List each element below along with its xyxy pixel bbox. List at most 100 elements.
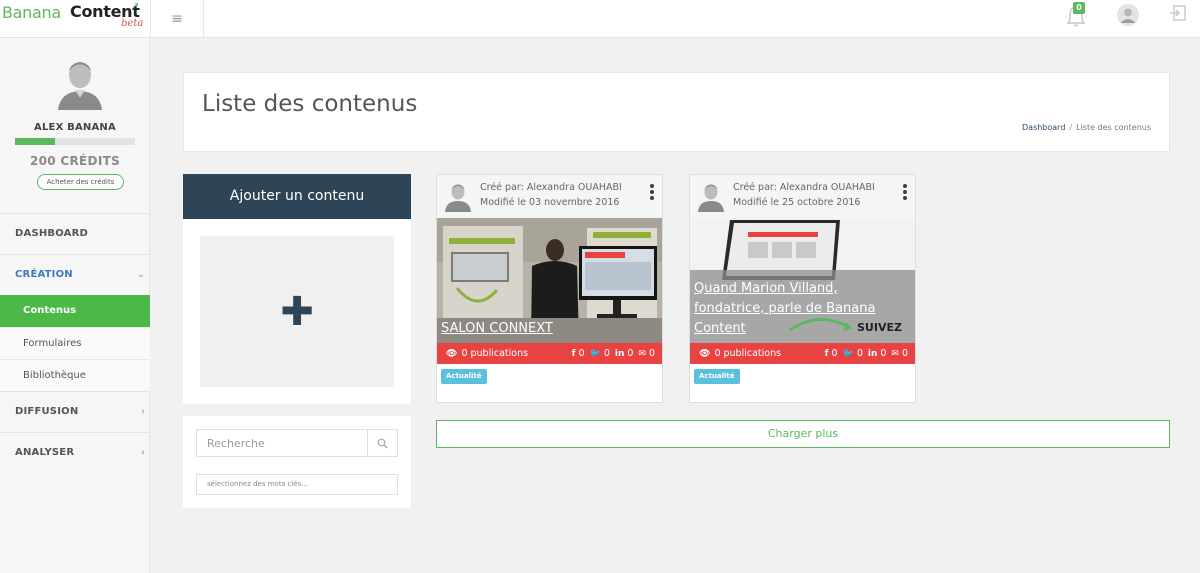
- facebook-stat: f0: [572, 348, 585, 359]
- logo-beta-badge: beta: [121, 18, 144, 29]
- add-content-panel: Ajouter un contenu ✚: [183, 174, 411, 404]
- linkedin-count: 0: [880, 348, 887, 359]
- user-avatar-icon: [1117, 4, 1139, 26]
- search-button[interactable]: [367, 430, 397, 456]
- card-modified-date: Modifié le 25 octobre 2016: [733, 197, 861, 208]
- menu-toggle-button[interactable]: ≡: [150, 0, 204, 38]
- top-bar: Banana Content ↗ beta ≡ 0: [0, 0, 1200, 38]
- breadcrumb-current: Liste des contenus: [1076, 123, 1151, 132]
- sidebar-item-creation[interactable]: CRÉATION ⌄: [0, 254, 150, 295]
- card-stats-bar: 👁 0 publications f0 🐦 0 in 0 ✉ 0: [437, 343, 662, 364]
- twitter-icon: 🐦: [589, 348, 601, 359]
- eye-icon: 👁: [446, 348, 458, 359]
- page-title: Liste des contenus: [202, 91, 418, 117]
- notification-count-badge: 0: [1073, 2, 1085, 14]
- twitter-stat: 🐦 0: [590, 348, 610, 359]
- card-title-link[interactable]: Quand Marion Villand, fondatrice, parle …: [694, 279, 907, 339]
- search-box: [196, 429, 398, 457]
- buy-credits-button[interactable]: Acheter des crédits: [37, 174, 124, 190]
- linkedin-icon: in: [867, 348, 878, 359]
- add-content-title: Ajouter un contenu: [183, 174, 411, 219]
- author-avatar: [444, 181, 472, 212]
- sidebar-item-label: ANALYSER: [15, 447, 75, 458]
- card-image[interactable]: SALON CONNEXT: [437, 218, 662, 343]
- chevron-down-icon: ⌄: [137, 270, 145, 280]
- profile-avatar: [55, 56, 105, 110]
- credits-progress-fill: [15, 138, 55, 145]
- card-meta: Créé par: Alexandra OUAHABI Modifié le 2…: [733, 180, 875, 210]
- kebab-dot: [650, 196, 654, 200]
- kebab-dot: [650, 190, 654, 194]
- card-header: Créé par: Alexandra OUAHABI Modifié le 0…: [437, 175, 662, 218]
- email-stat: ✉ 0: [891, 348, 908, 359]
- breadcrumb: Dashboard / Liste des contenus: [1022, 123, 1151, 132]
- chevron-left-icon: ‹: [141, 407, 145, 417]
- keywords-select[interactable]: sélectionnez des mots clés...: [196, 474, 398, 495]
- card-image[interactable]: SUIVEZ Quand Marion Villand, fondatrice,…: [690, 218, 915, 343]
- eye-icon: 👁: [699, 348, 711, 359]
- author-avatar-icon: [698, 184, 724, 212]
- facebook-icon: f: [824, 348, 829, 359]
- card-author: Créé par: Alexandra OUAHABI: [480, 182, 622, 193]
- load-more-button[interactable]: Charger plus: [436, 420, 1170, 448]
- email-stat: ✉ 0: [638, 348, 655, 359]
- breadcrumb-dashboard-link[interactable]: Dashboard: [1022, 123, 1065, 132]
- plus-icon: ✚: [280, 288, 314, 335]
- page-header: Liste des contenus Dashboard / Liste des c…: [183, 72, 1170, 152]
- email-count: 0: [901, 348, 908, 359]
- user-avatar[interactable]: [1117, 4, 1139, 26]
- twitter-count: 0: [856, 348, 863, 359]
- hamburger-icon: ≡: [171, 11, 183, 27]
- author-avatar: [697, 181, 725, 212]
- logo-text-banana: Banana: [2, 3, 61, 22]
- twitter-stat: 🐦 0: [843, 348, 863, 359]
- facebook-count: 0: [831, 348, 838, 359]
- sidebar-subitem-formulaires[interactable]: Formulaires: [0, 327, 150, 359]
- sidebar: ALEX BANANA 200 CRÉDITS Acheter des créd…: [0, 38, 150, 573]
- card-header: Créé par: Alexandra OUAHABI Modifié le 2…: [690, 175, 915, 218]
- sidebar-subitem-bibliotheque[interactable]: Bibliothèque: [0, 359, 150, 391]
- card-author: Créé par: Alexandra OUAHABI: [733, 182, 875, 193]
- content-card: Créé par: Alexandra OUAHABI Modifié le 0…: [436, 174, 663, 403]
- kebab-menu-icon: [903, 184, 907, 188]
- card-category-tag[interactable]: Actualité: [694, 369, 740, 384]
- sidebar-item-diffusion[interactable]: DIFFUSION ‹: [0, 391, 150, 432]
- share-stats: f0 🐦 0 in 0 ✉ 0: [572, 348, 655, 359]
- twitter-count: 0: [603, 348, 610, 359]
- sidebar-item-analyser[interactable]: ANALYSER ‹: [0, 432, 150, 473]
- linkedin-stat: in 0: [615, 348, 634, 359]
- card-menu-button[interactable]: [901, 184, 909, 204]
- search-icon: [377, 438, 388, 448]
- logo[interactable]: Banana Content ↗ beta: [0, 0, 150, 38]
- chevron-left-icon: ‹: [141, 448, 145, 458]
- sidebar-item-label: CRÉATION: [15, 269, 73, 280]
- sidebar-item-label: DIFFUSION: [15, 406, 79, 417]
- facebook-stat: f0: [825, 348, 838, 359]
- card-menu-button[interactable]: [648, 184, 656, 204]
- add-content-button[interactable]: ✚: [200, 236, 394, 387]
- card-modified-date: Modifié le 03 novembre 2016: [480, 197, 620, 208]
- search-input[interactable]: [197, 430, 367, 456]
- email-count: 0: [648, 348, 655, 359]
- publications-count: 👁 0 publications: [446, 348, 528, 359]
- card-title-link[interactable]: SALON CONNEXT: [441, 319, 654, 339]
- kebab-menu-icon: [650, 184, 654, 188]
- content-card: Créé par: Alexandra OUAHABI Modifié le 2…: [689, 174, 916, 403]
- card-category-tag[interactable]: Actualité: [441, 369, 487, 384]
- credits-count: 200 CRÉDITS: [29, 154, 121, 168]
- search-panel: sélectionnez des mots clés...: [183, 416, 411, 508]
- sidebar-item-dashboard[interactable]: DASHBOARD: [0, 213, 150, 254]
- card-meta: Créé par: Alexandra OUAHABI Modifié le 0…: [480, 180, 622, 210]
- logout-icon: [1170, 5, 1186, 21]
- share-stats: f0 🐦 0 in 0 ✉ 0: [825, 348, 908, 359]
- profile-avatar-icon: [58, 62, 102, 110]
- logout-button[interactable]: [1167, 4, 1189, 26]
- envelope-icon: ✉: [891, 348, 899, 359]
- author-avatar-icon: [445, 184, 471, 212]
- publications-label: 0 publications: [461, 348, 529, 359]
- sidebar-subitem-contenus[interactable]: Contenus: [0, 295, 150, 327]
- logo-arrow-icon: ↗: [131, 1, 140, 12]
- kebab-dot: [903, 190, 907, 194]
- facebook-count: 0: [578, 348, 585, 359]
- linkedin-stat: in 0: [868, 348, 887, 359]
